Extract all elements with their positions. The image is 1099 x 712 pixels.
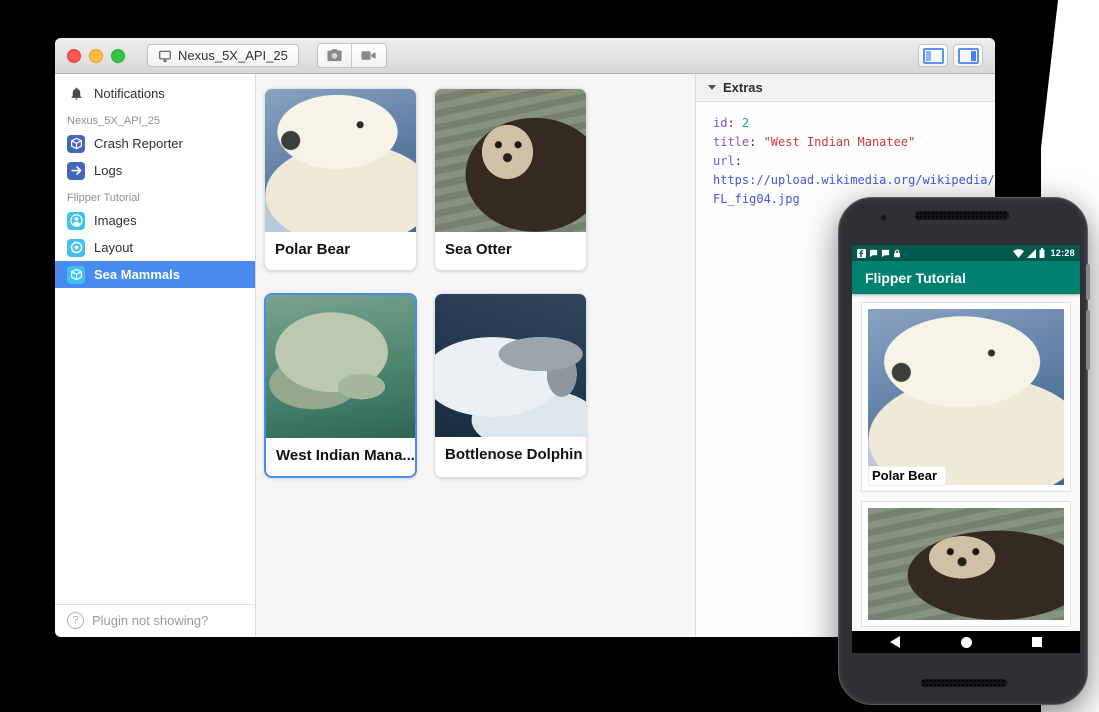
back-icon bbox=[890, 636, 900, 648]
code-line: https://upload.wikimedia.org/wikipedia/c… bbox=[713, 171, 995, 190]
home-icon bbox=[961, 637, 972, 648]
chat-icon bbox=[869, 249, 878, 258]
card-title: West Indian Mana... bbox=[266, 438, 415, 476]
sidebar-item-crash-reporter[interactable]: Crash Reporter bbox=[55, 130, 255, 157]
signal-icon bbox=[1027, 249, 1036, 258]
card-sea-otter[interactable]: Sea Otter bbox=[434, 88, 587, 271]
camera-icon bbox=[326, 47, 343, 64]
sidebar-item-sea-mammals[interactable]: Sea Mammals bbox=[55, 261, 255, 288]
monitor-icon bbox=[158, 49, 172, 63]
card-west-indian-mana[interactable]: West Indian Mana... bbox=[264, 293, 417, 478]
chat-icon bbox=[881, 249, 890, 258]
chevron-down-icon bbox=[708, 85, 716, 90]
sea-mammals-plugin-content: Polar Bear Sea Otter West Indian Mana... Bo… bbox=[256, 74, 696, 636]
code-line: title: "West Indian Manatee" bbox=[713, 133, 995, 152]
sidebar-item-logs[interactable]: Logs bbox=[55, 157, 255, 184]
help-circle-icon: ? bbox=[67, 612, 84, 629]
screenshot-button[interactable] bbox=[318, 44, 352, 67]
extras-title: Extras bbox=[723, 80, 763, 95]
power-button bbox=[1086, 264, 1090, 300]
sidebar-item-images[interactable]: Images bbox=[55, 207, 255, 234]
phone-clock: 12:28 bbox=[1050, 248, 1075, 258]
phone-card-polar-bear: Polar Bear bbox=[861, 302, 1071, 492]
phone-status-bar: 12:28 bbox=[852, 245, 1080, 261]
sidebar-item-label: Logs bbox=[94, 163, 122, 178]
lock-icon bbox=[893, 249, 901, 258]
cube-icon bbox=[67, 135, 85, 153]
code-line: id: 2 bbox=[713, 114, 995, 133]
sidebar-section-flipper-tutorial: Flipper Tutorial bbox=[55, 184, 255, 207]
phone-screen: 12:28 Flipper Tutorial Polar Bear bbox=[852, 245, 1080, 653]
device-name: Nexus_5X_API_25 bbox=[178, 48, 288, 63]
sidebar-item-label: Notifications bbox=[94, 86, 165, 101]
phone-app-bar: Flipper Tutorial bbox=[852, 261, 1080, 294]
manatee-image bbox=[266, 295, 415, 438]
android-phone: 12:28 Flipper Tutorial Polar Bear bbox=[838, 197, 1088, 705]
target-icon bbox=[67, 239, 85, 257]
battery-icon bbox=[1039, 248, 1045, 258]
phone-card-list: Polar Bear bbox=[852, 294, 1080, 631]
sidebar-item-label: Layout bbox=[94, 240, 133, 255]
phone-app-title: Flipper Tutorial bbox=[865, 270, 966, 286]
sidebar-item-label: Crash Reporter bbox=[94, 136, 183, 151]
phone-card-1 bbox=[861, 501, 1071, 627]
card-bottlenose-dolphin[interactable]: Bottlenose Dolphin bbox=[434, 293, 587, 478]
earpiece-speaker bbox=[915, 211, 1009, 220]
device-selector[interactable]: Nexus_5X_API_25 bbox=[147, 44, 299, 67]
sidebar-item-notifications[interactable]: Notifications bbox=[55, 80, 255, 107]
arrow-right-icon bbox=[67, 162, 85, 180]
bottom-speaker bbox=[921, 679, 1007, 687]
front-camera-icon bbox=[880, 214, 887, 221]
capture-button-group bbox=[317, 43, 387, 68]
minimize-button[interactable] bbox=[89, 49, 103, 63]
card-title: Polar Bear bbox=[265, 232, 416, 270]
plugin-help-link[interactable]: ? Plugin not showing? bbox=[55, 604, 255, 636]
polar-bear-image bbox=[868, 309, 1064, 485]
phone-nav-bar bbox=[852, 631, 1080, 653]
video-camera-icon bbox=[360, 47, 377, 64]
person-circle-icon bbox=[67, 212, 85, 230]
card-title: Sea Otter bbox=[435, 232, 586, 270]
window-titlebar: Nexus_5X_API_25 bbox=[55, 38, 995, 74]
dolphin-image bbox=[435, 294, 586, 437]
screen-record-button[interactable] bbox=[352, 44, 386, 67]
sidebar-item-label: Images bbox=[94, 213, 137, 228]
plugin-list: Notifications Nexus_5X_API_25 Crash Report… bbox=[55, 74, 255, 604]
sea-otter-image bbox=[868, 508, 1064, 620]
sidebar-section-nexus-5x-api-25: Nexus_5X_API_25 bbox=[55, 107, 255, 130]
facebook-icon bbox=[857, 249, 866, 258]
sea-otter-image bbox=[435, 89, 586, 232]
right-panel-icon bbox=[958, 48, 979, 64]
code-line: url: bbox=[713, 152, 995, 171]
panel-toggle-group bbox=[918, 44, 983, 67]
card-polar-bear[interactable]: Polar Bear bbox=[264, 88, 417, 271]
phone-card-label: Polar Bear bbox=[868, 466, 946, 486]
recents-icon bbox=[1032, 637, 1042, 647]
zoom-button[interactable] bbox=[111, 49, 125, 63]
plugin-sidebar: Notifications Nexus_5X_API_25 Crash Report… bbox=[55, 74, 256, 636]
extras-code: id: 2title: "West Indian Manatee"url:htt… bbox=[696, 102, 995, 209]
plugin-help-label: Plugin not showing? bbox=[92, 613, 208, 628]
sidebar-item-layout[interactable]: Layout bbox=[55, 234, 255, 261]
polar-bear-image bbox=[265, 89, 416, 232]
left-panel-icon bbox=[923, 48, 944, 64]
extras-header[interactable]: Extras bbox=[696, 74, 995, 102]
bell-icon bbox=[67, 85, 85, 103]
sidebar-item-label: Sea Mammals bbox=[94, 267, 180, 282]
cube-icon bbox=[67, 266, 85, 284]
card-grid: Polar Bear Sea Otter West Indian Mana... Bo… bbox=[264, 88, 695, 478]
wifi-icon bbox=[1013, 249, 1024, 258]
volume-button bbox=[1086, 310, 1090, 370]
toggle-left-sidebar-button[interactable] bbox=[918, 44, 948, 67]
card-title: Bottlenose Dolphin bbox=[435, 437, 586, 475]
toggle-right-sidebar-button[interactable] bbox=[953, 44, 983, 67]
close-button[interactable] bbox=[67, 49, 81, 63]
